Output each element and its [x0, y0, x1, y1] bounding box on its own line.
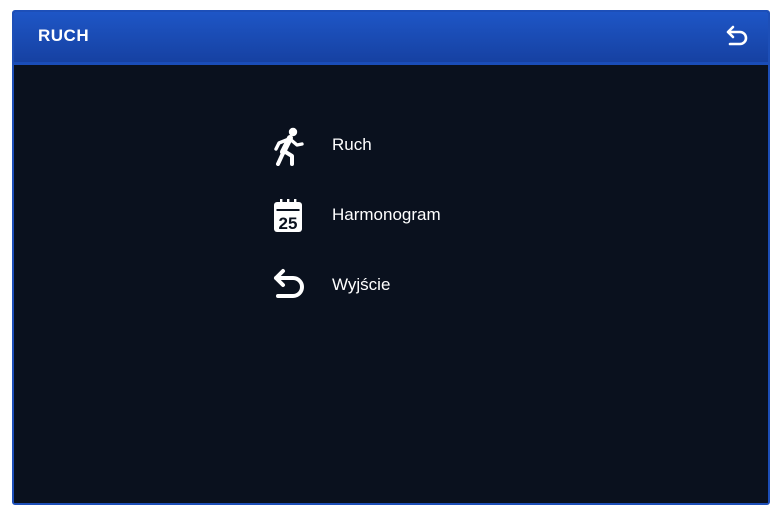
dvr-menu-window: RUCH Ruch 25 Harmonogram Wyjście — [12, 10, 770, 505]
title-bar: RUCH — [14, 12, 768, 65]
menu-item-label: Ruch — [332, 135, 372, 154]
return-arrow-icon — [726, 25, 748, 46]
menu-area: Ruch 25 Harmonogram Wyjście — [14, 65, 768, 503]
calendar-day-number: 25 — [279, 214, 298, 233]
back-button[interactable] — [724, 24, 750, 50]
menu-item-label: Harmonogram — [332, 205, 441, 224]
menu-item-ruch[interactable]: Ruch — [260, 122, 520, 168]
return-arrow-icon — [274, 269, 304, 298]
window-title: RUCH — [38, 26, 90, 45]
walking-person-icon — [274, 127, 304, 166]
menu-item-wyjscie[interactable]: Wyjście — [260, 262, 520, 308]
menu-item-label: Wyjście — [332, 275, 391, 294]
calendar-icon: 25 — [274, 199, 302, 233]
menu-item-harmonogram[interactable]: 25 Harmonogram — [260, 192, 520, 238]
